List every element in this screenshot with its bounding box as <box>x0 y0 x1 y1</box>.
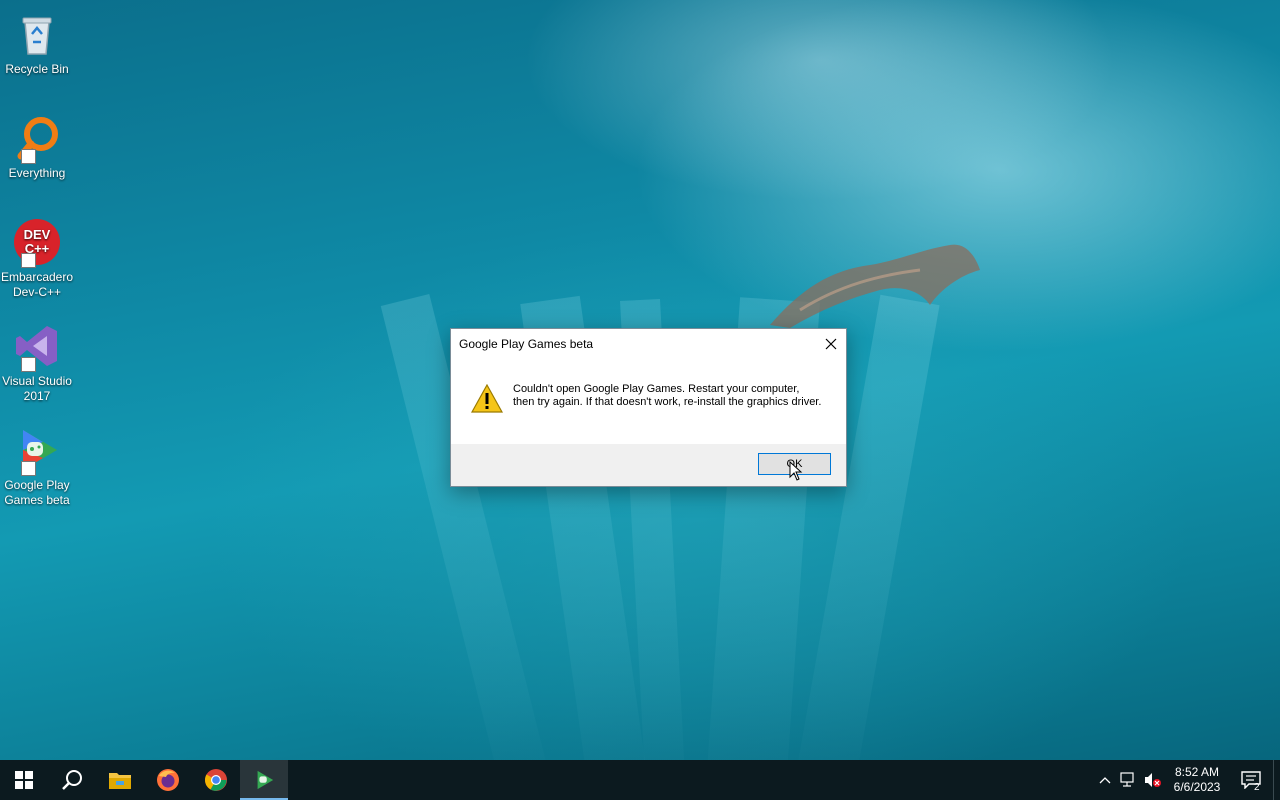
desktop-icon-label: Embarcadero Dev-C++ <box>0 270 74 299</box>
firefox-icon <box>157 769 179 791</box>
desktop-icon-devcpp[interactable]: DEV C++ Embarcadero Dev-C++ <box>0 212 74 300</box>
system-tray: 8:52 AM 6/6/2023 2 <box>1093 760 1280 800</box>
error-dialog: Google Play Games beta Couldn't open Goo… <box>450 328 847 487</box>
taskbar-file-explorer[interactable] <box>96 760 144 800</box>
close-button[interactable] <box>816 329 846 359</box>
desktop-icon-label: Everything <box>8 166 66 180</box>
action-center-button[interactable]: 2 <box>1229 760 1273 800</box>
desktop-icon-recycle-bin[interactable]: Recycle Bin <box>0 4 74 77</box>
desktop-icon-everything[interactable]: Everything <box>0 108 74 181</box>
dialog-title: Google Play Games beta <box>459 337 594 351</box>
google-play-games-icon <box>257 770 274 790</box>
desktop-background: Recycle Bin Everything DEV C++ Embarcade… <box>0 0 1280 760</box>
desktop-icon-label: Google Play Games beta <box>4 478 70 507</box>
desktop-icon-visual-studio[interactable]: Visual Studio 2017 <box>0 316 74 404</box>
warning-icon <box>471 384 503 413</box>
chrome-icon <box>205 769 227 791</box>
volume-button[interactable] <box>1141 760 1165 800</box>
network-icon <box>1120 772 1134 787</box>
close-icon <box>825 338 837 350</box>
desktop-icon-google-play-games[interactable]: Google Play Games beta <box>0 420 74 508</box>
shortcut-arrow-icon <box>21 253 36 268</box>
clock-date: 6/6/2023 <box>1173 780 1221 794</box>
taskbar: 8:52 AM 6/6/2023 2 <box>0 760 1280 800</box>
dialog-message: Couldn't open Google Play Games. Restart… <box>513 383 822 408</box>
google-play-games-icon <box>13 426 61 476</box>
search-icon <box>62 770 82 790</box>
notification-count: 2 <box>1254 782 1260 793</box>
folder-icon <box>109 773 131 789</box>
desktop-icon-label: Visual Studio 2017 <box>2 374 72 403</box>
windows-logo-icon <box>15 771 33 789</box>
taskbar-chrome[interactable] <box>192 760 240 800</box>
shortcut-arrow-icon <box>21 357 36 372</box>
start-button[interactable] <box>0 760 48 800</box>
shortcut-arrow-icon <box>21 461 36 476</box>
clock-time: 8:52 AM <box>1174 765 1220 779</box>
clock[interactable]: 8:52 AM 6/6/2023 <box>1165 765 1229 795</box>
network-button[interactable] <box>1117 760 1141 800</box>
svg-text:DEV: DEV <box>24 227 51 242</box>
mermaid-tail-silhouette <box>770 244 980 328</box>
mouse-cursor-icon <box>789 461 803 481</box>
taskbar-firefox[interactable] <box>144 760 192 800</box>
show-hidden-icons-button[interactable] <box>1093 760 1117 800</box>
dialog-footer: OK <box>451 444 846 486</box>
shortcut-arrow-icon <box>21 149 36 164</box>
desktop-icon-label: Recycle Bin <box>5 62 69 76</box>
chevron-up-icon <box>1099 777 1111 784</box>
visual-studio-icon <box>13 322 61 372</box>
taskbar-google-play-games[interactable] <box>240 760 288 800</box>
show-desktop-button[interactable] <box>1273 760 1280 800</box>
recycle-bin-icon <box>13 10 61 58</box>
devcpp-icon: DEV C++ <box>13 218 61 268</box>
volume-muted-icon <box>1145 773 1161 787</box>
search-button[interactable] <box>48 760 96 800</box>
everything-search-icon <box>13 114 61 164</box>
